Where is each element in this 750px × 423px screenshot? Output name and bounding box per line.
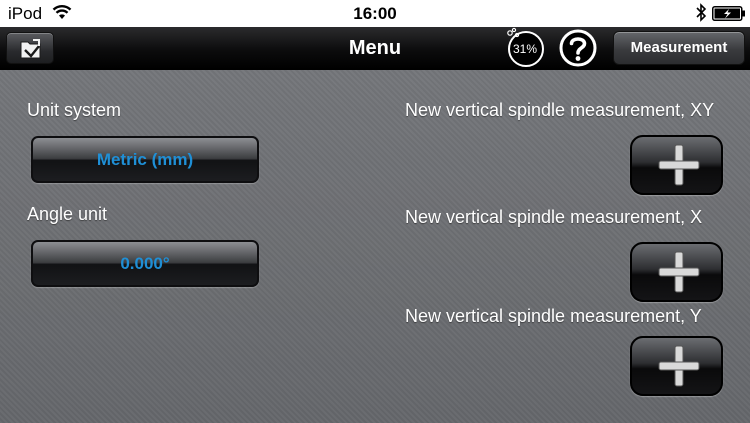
plus-icon xyxy=(658,345,700,387)
status-bar: iPod 16:00 xyxy=(0,0,750,27)
help-button[interactable] xyxy=(556,28,600,68)
angle-unit-selector[interactable]: 0.000° xyxy=(31,240,259,287)
progress-percentage: 31% xyxy=(512,42,538,56)
measurement-button[interactable]: Measurement xyxy=(613,31,745,65)
measurement-y-label: New vertical spindle measurement, Y xyxy=(405,306,702,326)
add-measurement-y-button[interactable] xyxy=(630,336,723,396)
unit-system-label: Unit system xyxy=(27,100,122,120)
angle-unit-label: Angle unit xyxy=(27,204,108,224)
navigation-bar: Menu 31% Measurement xyxy=(0,27,750,70)
measurement-xy-label: New vertical spindle measurement, XY xyxy=(405,100,715,120)
add-measurement-xy-button[interactable] xyxy=(630,135,723,195)
battery-charging-icon xyxy=(712,6,745,21)
add-measurement-x-button[interactable] xyxy=(630,242,723,302)
unit-system-selector[interactable]: Metric (mm) xyxy=(31,136,259,183)
menu-content: Unit system Metric (mm) Angle unit 0.000… xyxy=(0,70,750,423)
clock: 16:00 xyxy=(353,4,397,23)
plus-icon xyxy=(658,251,700,293)
measurement-x-label: New vertical spindle measurement, X xyxy=(405,207,703,227)
bluetooth-icon xyxy=(696,3,707,22)
plus-icon xyxy=(658,144,700,186)
